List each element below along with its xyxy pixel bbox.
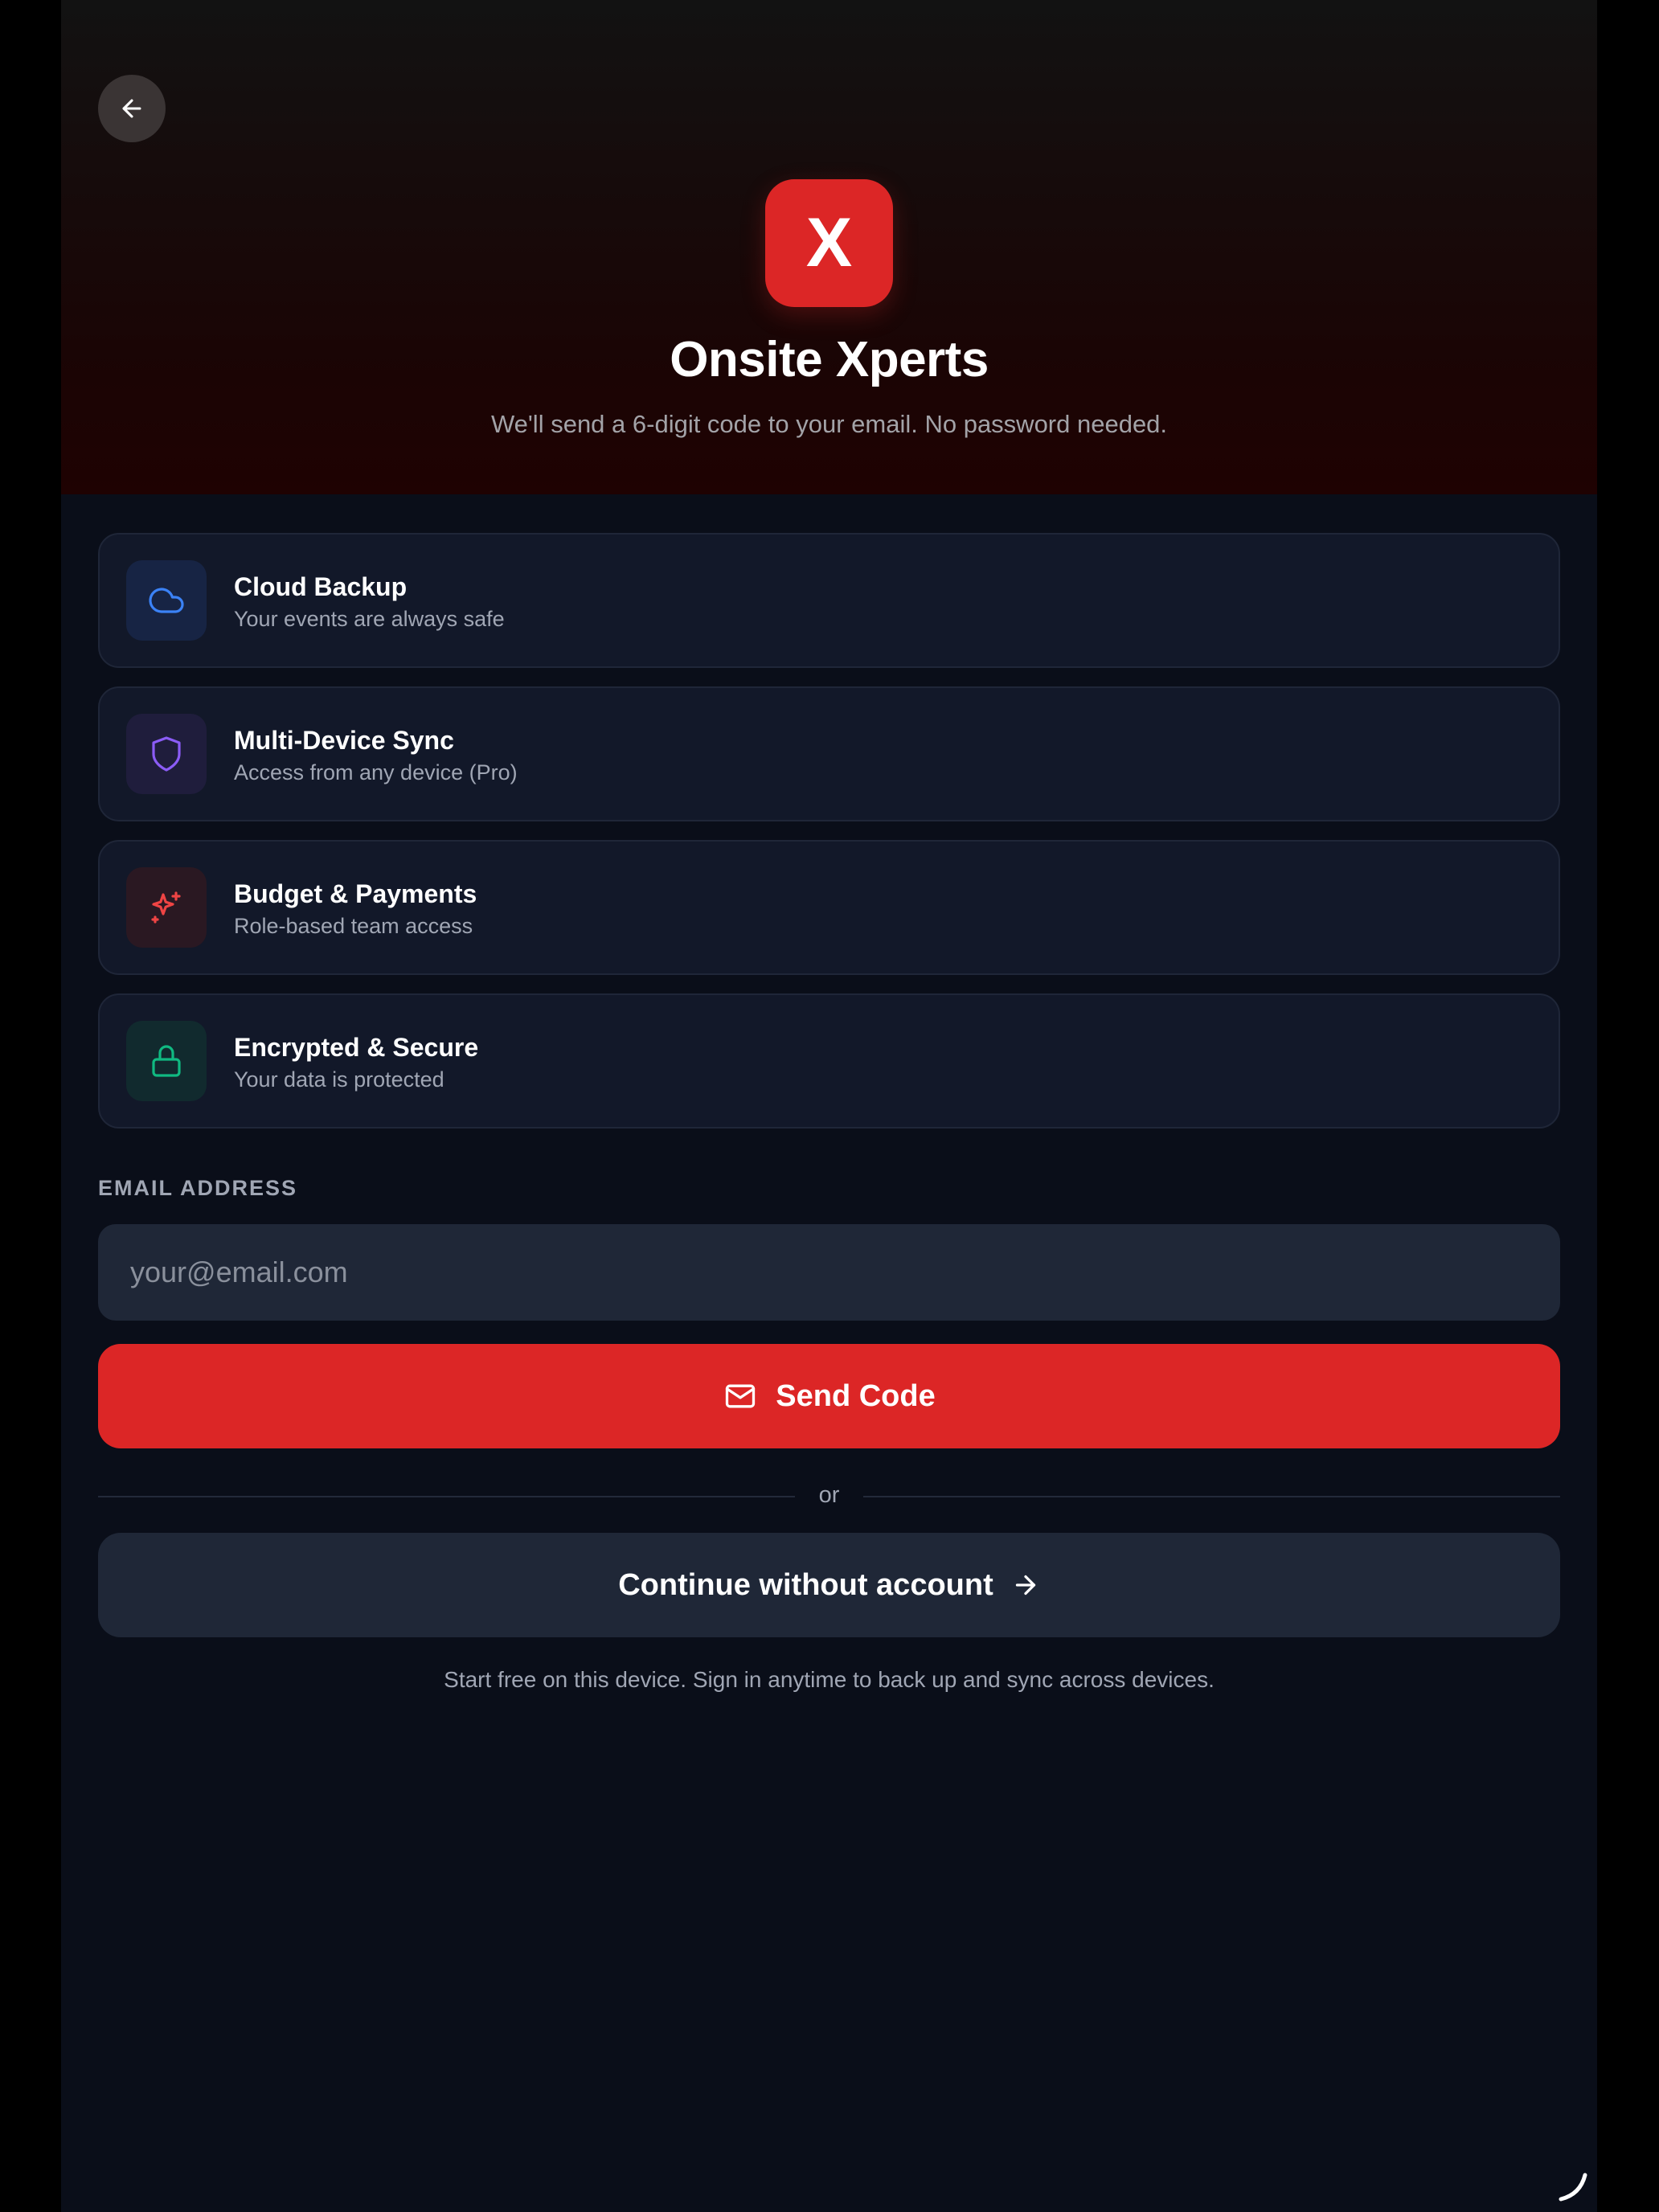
mail-icon xyxy=(726,1384,756,1408)
logo-letter: X xyxy=(805,204,853,281)
app-subtitle: We'll send a 6-digit code to your email.… xyxy=(490,410,1168,438)
hero-header: X Onsite Xperts We'll send a 6-digit cod… xyxy=(61,0,1597,494)
arrow-left-icon xyxy=(122,99,141,118)
feature-card-encrypted-secure: Encrypted & Secure Your data is protecte… xyxy=(98,993,1560,1129)
continue-without-account-label: Continue without account xyxy=(618,1567,993,1602)
arrow-right-icon xyxy=(1015,1575,1035,1596)
email-input[interactable] xyxy=(98,1224,1560,1321)
divider-line xyxy=(863,1496,1560,1497)
resize-handle-icon xyxy=(1559,2173,1587,2202)
continue-without-account-button[interactable]: Continue without account xyxy=(98,1533,1560,1637)
feature-card-budget-payments: Budget & Payments Role-based team access xyxy=(98,840,1560,975)
feature-card-multi-device-sync: Multi-Device Sync Access from any device… xyxy=(98,686,1560,821)
feature-title: Multi-Device Sync xyxy=(234,726,454,755)
send-code-label: Send Code xyxy=(776,1378,936,1413)
cloud-icon xyxy=(149,588,184,613)
feature-description: Role-based team access xyxy=(234,914,473,938)
feature-icon-box xyxy=(126,867,207,948)
feature-description: Your data is protected xyxy=(234,1067,444,1092)
back-button[interactable] xyxy=(98,75,166,142)
feature-icon-box xyxy=(126,714,207,794)
app-logo: X xyxy=(765,179,893,307)
app-title: Onsite Xperts xyxy=(670,332,989,387)
feature-card-cloud-backup: Cloud Backup Your events are always safe xyxy=(98,533,1560,668)
shield-icon xyxy=(152,736,181,772)
or-divider: or xyxy=(98,1481,1560,1513)
feature-title: Cloud Backup xyxy=(234,572,408,601)
feature-icon-box xyxy=(126,560,207,641)
feature-description: Access from any device (Pro) xyxy=(234,760,518,784)
feature-description: Your events are always safe xyxy=(234,607,505,631)
feature-title: Budget & Payments xyxy=(234,879,477,908)
send-code-button[interactable]: Send Code xyxy=(98,1344,1560,1448)
lock-icon xyxy=(152,1045,181,1077)
sparkles-icon xyxy=(151,891,181,924)
footer-note: Start free on this device. Sign in anyti… xyxy=(444,1667,1215,1692)
feature-title: Encrypted & Secure xyxy=(234,1033,479,1062)
email-label: EMAIL ADDRESS xyxy=(98,1176,298,1200)
sign-in-screen: X Onsite Xperts We'll send a 6-digit cod… xyxy=(61,0,1597,2212)
feature-icon-box xyxy=(126,1021,207,1101)
feature-list: Cloud Backup Your events are always safe… xyxy=(98,533,1560,1147)
